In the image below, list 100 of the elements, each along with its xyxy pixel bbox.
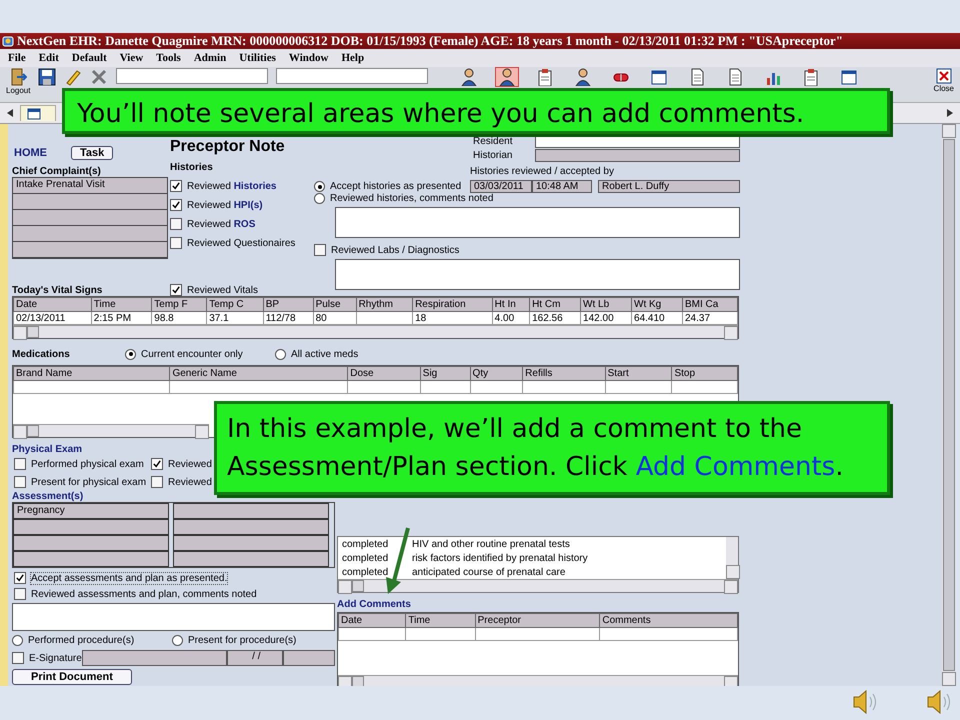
menu-item[interactable]: Edit [38,52,59,64]
radio-button[interactable] [12,635,23,646]
input-field[interactable] [282,650,335,666]
scroll-left-icon[interactable] [6,108,14,118]
delete-icon[interactable] [90,68,108,86]
horizontal-scrollbar[interactable] [338,579,738,592]
column-header[interactable]: Qty [470,366,523,380]
menu-item[interactable]: View [120,52,144,64]
radio-button[interactable] [172,635,183,646]
dropdown-field[interactable] [116,68,268,84]
checkbox[interactable] [170,284,182,296]
list-row[interactable] [13,210,167,226]
menu-item[interactable]: Default [72,52,107,64]
column-header[interactable]: Comments [600,614,738,628]
column-header[interactable]: Wt Kg [632,298,682,312]
list-row[interactable] [13,535,169,551]
vertical-scrollbar[interactable] [726,537,738,579]
column-header[interactable]: Date [338,614,406,628]
checkbox[interactable] [14,476,26,488]
input-field[interactable] [535,148,740,162]
home-link[interactable]: HOME [14,147,47,159]
column-header[interactable]: Generic Name [170,366,348,380]
window-icon[interactable] [27,108,41,120]
time-field[interactable]: 10:48 AM [532,180,592,193]
menu-item[interactable]: File [8,52,26,64]
close-icon[interactable] [936,68,952,84]
column-header[interactable]: Pulse [313,298,356,312]
checkbox[interactable] [12,652,24,664]
list-row[interactable] [13,242,167,258]
column-header[interactable]: Date [14,298,92,312]
column-header[interactable]: Start [605,366,672,380]
menu-item[interactable]: Window [288,52,328,64]
menu-item[interactable]: Utilities [239,52,276,64]
app-icon[interactable] [2,35,14,47]
list-row[interactable] [13,551,169,567]
list-row[interactable] [173,519,329,535]
radio-button[interactable] [314,193,325,204]
save-icon[interactable] [38,68,56,86]
date-field[interactable]: / / [226,650,283,666]
signature-field[interactable] [82,650,227,666]
column-header[interactable]: Temp C [206,298,264,312]
task-button[interactable]: Task [71,146,114,160]
list-row[interactable] [173,551,329,567]
column-header[interactable]: Stop [672,366,738,380]
column-header[interactable]: Ht Cm [530,298,581,312]
checkbox[interactable] [14,572,26,584]
horizontal-scrollbar[interactable] [13,325,738,338]
checkbox[interactable] [170,218,182,230]
assessment-row[interactable]: Pregnancy [13,503,169,519]
column-header[interactable]: Wt Lb [580,298,632,312]
column-header[interactable]: Refills [522,366,606,380]
comment-box[interactable] [12,603,335,631]
column-header[interactable]: Ht In [492,298,530,312]
list-row[interactable] [13,519,169,535]
column-header[interactable]: Time [91,298,152,312]
dropdown-field[interactable] [276,68,428,84]
date-field[interactable]: 03/03/2011 [470,180,532,193]
column-header[interactable]: BMI Ca [682,298,738,312]
checkbox[interactable] [170,180,182,192]
column-header[interactable]: Dose [348,366,420,380]
checkbox[interactable] [14,458,26,470]
checkbox[interactable] [170,199,182,211]
list-row[interactable] [173,535,329,551]
column-header[interactable]: Brand Name [14,366,170,380]
person-icon[interactable] [496,68,518,86]
column-header[interactable]: Preceptor [475,614,600,628]
comment-box[interactable] [335,207,740,238]
column-header[interactable]: Sig [420,366,470,380]
door-icon[interactable] [9,68,28,86]
list-row[interactable] [173,503,329,519]
menu-item[interactable]: Help [341,52,364,64]
checkbox[interactable] [170,237,182,249]
print-document-button[interactable]: Print Document [12,669,132,685]
logout-button[interactable]: Logout [6,68,30,95]
document-tab[interactable] [20,105,56,121]
add-comments-link[interactable]: Add Comments [337,599,739,610]
list-row[interactable] [13,226,167,242]
column-header[interactable]: Temp F [152,298,207,312]
checkbox[interactable] [151,458,163,470]
list-row[interactable] [13,194,167,210]
horizontal-scrollbar[interactable] [338,675,738,686]
column-header[interactable]: Time [406,614,476,628]
column-header[interactable]: Rhythm [356,298,413,312]
column-header[interactable]: BP [263,298,314,312]
checkbox[interactable] [314,244,326,256]
comment-box[interactable] [335,259,740,290]
column-header[interactable]: Respiration [412,298,492,312]
checkbox[interactable] [151,476,163,488]
complaint-row[interactable]: Intake Prenatal Visit [13,178,167,194]
add-comments-link[interactable]: Add Comments [636,452,836,482]
radio-button[interactable] [275,348,286,360]
close-button[interactable]: Close [934,68,954,93]
vertical-scrollbar[interactable] [942,124,956,686]
scroll-right-icon[interactable] [946,108,954,118]
radio-button[interactable] [314,181,325,192]
menu-item[interactable]: Admin [194,52,226,64]
name-field[interactable]: Robert L. Duffy [598,180,740,193]
radio-button[interactable] [125,348,136,360]
horizontal-scrollbar[interactable] [13,424,209,437]
checkbox[interactable] [14,588,26,600]
